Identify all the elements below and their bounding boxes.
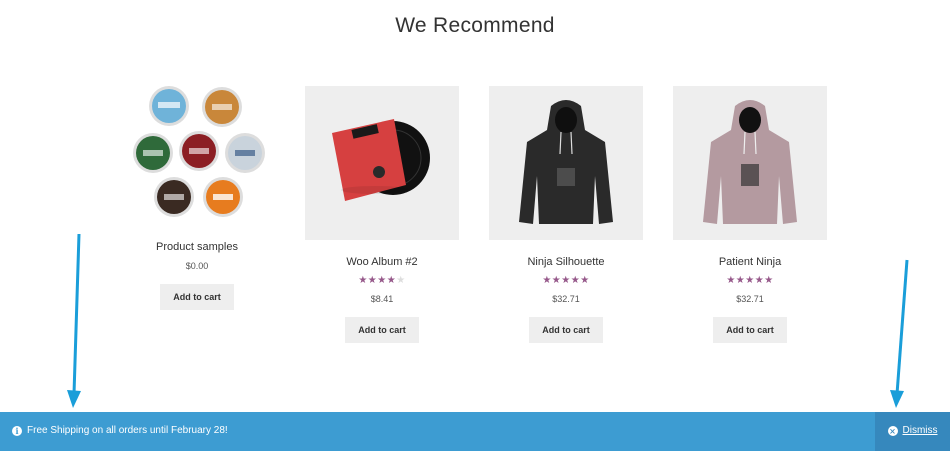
star-rating: ★★★★★ [673, 275, 827, 287]
coffee-pods-image [133, 86, 265, 217]
store-notice-bar: i Free Shipping on all orders until Febru… [0, 412, 950, 451]
product-card: Patient Ninja ★★★★★ $32.71 Add to cart [673, 86, 827, 343]
store-notice-text: Free Shipping on all orders until Februa… [27, 425, 228, 436]
star-rating: ★★★★★ [305, 275, 459, 287]
next-section-title-hidden [420, 404, 530, 412]
annotation-arrow-right [890, 259, 909, 408]
star-icon: ★★★★★ [542, 275, 590, 286]
product-name[interactable]: Ninja Silhouette [489, 255, 643, 269]
product-price: $8.41 [370, 294, 394, 304]
product-name[interactable]: Product samples [120, 240, 274, 254]
product-image[interactable] [673, 86, 827, 240]
product-image[interactable] [120, 86, 274, 240]
store-notice-message: i Free Shipping on all orders until Febru… [12, 425, 228, 436]
dismiss-link[interactable]: × Dismiss [887, 425, 938, 436]
product-image[interactable] [305, 86, 459, 240]
add-to-cart-button[interactable]: Add to cart [529, 317, 603, 343]
product-card: Woo Album #2 ★★★★★ $8.41 Add to cart [305, 86, 459, 343]
star-icon: ★★★★★ [726, 275, 774, 286]
product-name[interactable]: Woo Album #2 [305, 255, 459, 269]
close-circle-icon: × [887, 426, 898, 436]
black-hoodie-image [519, 100, 613, 224]
product-card: Ninja Silhouette ★★★★★ $32.71 Add to car… [489, 86, 643, 343]
star-rating: ★★★★★ [489, 275, 643, 287]
product-card: Product samples $0.00 Add to cart [120, 86, 274, 310]
product-price: $0.00 [185, 261, 209, 271]
section-title: We Recommend [395, 14, 555, 37]
add-to-cart-button[interactable]: Add to cart [345, 317, 419, 343]
dismiss-area: × Dismiss [875, 412, 950, 451]
pink-hoodie-image [703, 100, 797, 224]
product-price: $32.71 [552, 294, 580, 304]
product-image[interactable] [489, 86, 643, 240]
add-to-cart-button[interactable]: Add to cart [160, 284, 234, 310]
star-icon: ★★★★ [358, 275, 397, 286]
dismiss-label: Dismiss [902, 425, 938, 436]
product-name[interactable]: Patient Ninja [673, 255, 827, 269]
annotation-arrow-left [67, 233, 81, 408]
star-empty-icon: ★ [396, 275, 406, 286]
add-to-cart-button[interactable]: Add to cart [713, 317, 787, 343]
vinyl-album-image [332, 119, 430, 201]
info-icon: i [12, 426, 22, 436]
product-price: $32.71 [736, 294, 764, 304]
